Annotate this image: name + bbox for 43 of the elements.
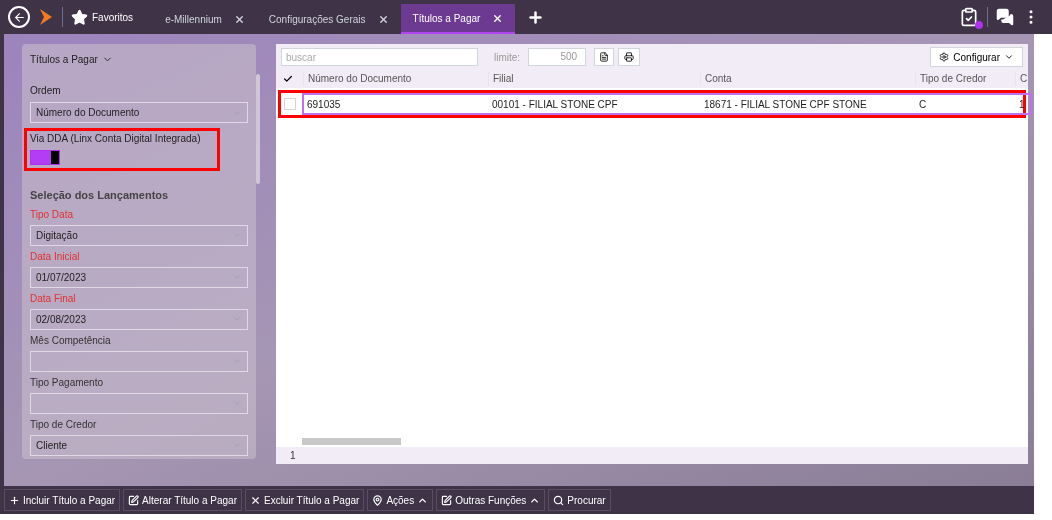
- field-label: Data Inicial: [30, 249, 81, 264]
- action-button[interactable]: Alterar Título a Pagar: [123, 489, 242, 511]
- field-label: Tipo de Credor: [30, 417, 98, 432]
- order-select[interactable]: Número do Documento: [30, 102, 249, 123]
- select-field[interactable]: Digitação: [30, 224, 249, 246]
- column-header[interactable]: Número do Documento: [303, 71, 488, 86]
- select-field[interactable]: 01/07/2023: [30, 266, 249, 288]
- section-title: Seleção dos Lançamentos: [30, 188, 170, 203]
- action-button[interactable]: Outras Funções: [436, 489, 546, 511]
- table-cell-text: 18671 - FILIAL STONE CPF STONE: [703, 97, 868, 112]
- column-header[interactable]: Conta: [700, 71, 915, 86]
- field-label: Via DDA (Linx Conta Digital Integrada): [30, 132, 202, 146]
- row-count: 1: [290, 449, 296, 463]
- search-field[interactable]: buscar: [281, 48, 478, 66]
- tab[interactable]: Configurações Gerais: [256, 4, 401, 34]
- panel-title[interactable]: Títulos a Pagar: [30, 52, 113, 67]
- table-cell-text: C: [918, 97, 928, 112]
- field-label: Data Final: [30, 291, 77, 306]
- tab-label: e-Millennium: [165, 12, 222, 27]
- favorites-link[interactable]: Favoritos: [92, 9, 134, 25]
- table-cell-text: 00101 - FILIAL STONE CPF: [491, 97, 619, 112]
- action-button[interactable]: Procurar: [548, 489, 611, 511]
- tab[interactable]: e-Millennium: [153, 4, 257, 34]
- field-label: Tipo Data: [30, 207, 74, 222]
- select-field[interactable]: 02/08/2023: [30, 308, 249, 330]
- table-cell-text: 691035: [306, 97, 342, 112]
- field-label: Mês Competência: [30, 333, 112, 348]
- action-button[interactable]: Incluir Título a Pagar: [4, 489, 121, 511]
- tab-label: Títulos a Pagar: [412, 11, 481, 26]
- field-label: Ordem: [30, 84, 62, 98]
- table-cell-text: 1: [1018, 97, 1026, 112]
- limit-label: limite:: [494, 50, 521, 65]
- action-button[interactable]: Excluir Título a Pagar: [244, 489, 365, 511]
- column-header[interactable]: Filial: [488, 71, 700, 86]
- column-header[interactable]: Tipo de Credor: [915, 71, 1015, 86]
- column-header[interactable]: C: [1015, 71, 1029, 86]
- table-row[interactable]: 691035 00101 - FILIAL STONE CPF 18671 - FILIAL STONE CPF STONE C 1: [302, 93, 1032, 115]
- tab-label: Configurações Gerais: [268, 12, 366, 27]
- tab[interactable]: Títulos a Pagar: [400, 4, 516, 34]
- select-field[interactable]: Cliente: [30, 434, 249, 456]
- action-button[interactable]: Ações: [367, 489, 434, 511]
- field-label: Tipo Pagamento: [30, 375, 104, 390]
- configure-button[interactable]: Configurar: [930, 47, 1023, 67]
